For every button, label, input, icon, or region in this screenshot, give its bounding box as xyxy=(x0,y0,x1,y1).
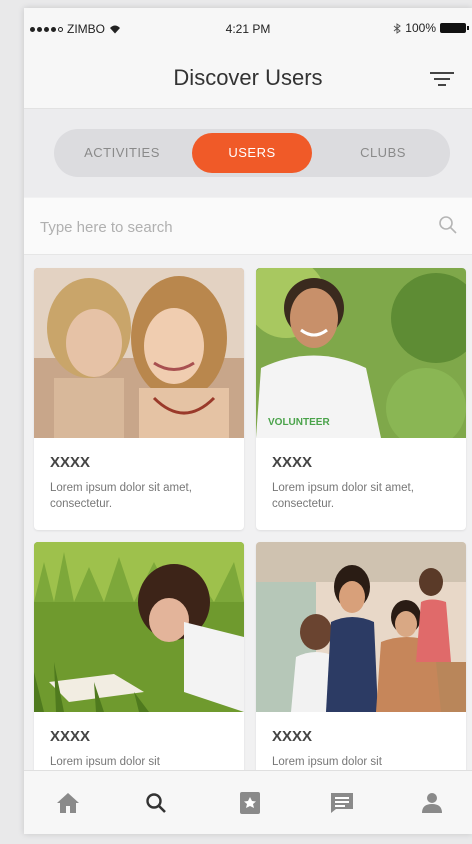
user-description: Lorem ipsum dolor sit xyxy=(50,756,160,768)
user-card[interactable]: XXXX Lorem ipsum dolor sit amet, consect… xyxy=(34,268,244,530)
user-photo xyxy=(34,542,244,712)
bluetooth-icon xyxy=(393,22,402,34)
filter-icon[interactable] xyxy=(430,70,454,88)
bottom-nav xyxy=(24,770,472,834)
user-card[interactable]: XXXX Lorem ipsum dolor sit xyxy=(34,542,244,780)
user-description: Lorem ipsum dolor sit amet, consectetur. xyxy=(272,482,414,510)
nav-profile[interactable] xyxy=(412,787,452,819)
nav-search[interactable] xyxy=(136,787,176,819)
tab-clubs[interactable]: CLUBS xyxy=(316,129,450,177)
user-name: XXXX xyxy=(272,728,313,745)
phone-screen: ZIMBO 4:21 PM 100% Discover Users ACTIVI… xyxy=(24,8,472,834)
page-title: Discover Users xyxy=(173,65,323,90)
search-input[interactable] xyxy=(38,208,422,246)
user-card[interactable]: XXXX Lorem ipsum dolor sit xyxy=(256,542,466,780)
user-card[interactable]: VOLUNTEER XXXX Lorem ipsum dolor sit ame… xyxy=(256,268,466,530)
search-bar xyxy=(24,198,472,255)
user-photo: VOLUNTEER xyxy=(256,268,466,438)
user-name: XXXX xyxy=(50,728,91,745)
tab-activities[interactable]: ACTIVITIES xyxy=(54,129,190,177)
nav-home[interactable] xyxy=(48,787,88,819)
home-icon xyxy=(57,793,79,813)
messages-icon xyxy=(331,793,353,813)
battery-icon xyxy=(440,23,469,33)
bookmark-icon xyxy=(240,792,260,814)
nav-bookmarks[interactable] xyxy=(230,787,270,819)
user-description: Lorem ipsum dolor sit xyxy=(272,756,382,768)
user-description: Lorem ipsum dolor sit amet, consectetur. xyxy=(50,482,192,510)
segment-control-area: ACTIVITIES USERS CLUBS xyxy=(24,109,472,197)
segmented-control: ACTIVITIES USERS CLUBS xyxy=(54,129,450,177)
user-photo xyxy=(256,542,466,712)
search-icon[interactable] xyxy=(438,215,458,235)
nav-messages[interactable] xyxy=(322,787,362,819)
user-name: XXXX xyxy=(272,454,313,471)
search-icon xyxy=(146,793,166,813)
profile-icon xyxy=(422,793,442,813)
battery-percent: 100% xyxy=(405,21,436,35)
user-photo xyxy=(34,268,244,438)
shirt-print: VOLUNTEER xyxy=(268,417,330,428)
user-name: XXXX xyxy=(50,454,91,471)
app-header: Discover Users xyxy=(24,48,472,109)
users-grid: XXXX Lorem ipsum dolor sit amet, consect… xyxy=(24,260,472,780)
tab-users[interactable]: USERS xyxy=(192,133,312,173)
status-bar: ZIMBO 4:21 PM 100% xyxy=(24,8,472,48)
